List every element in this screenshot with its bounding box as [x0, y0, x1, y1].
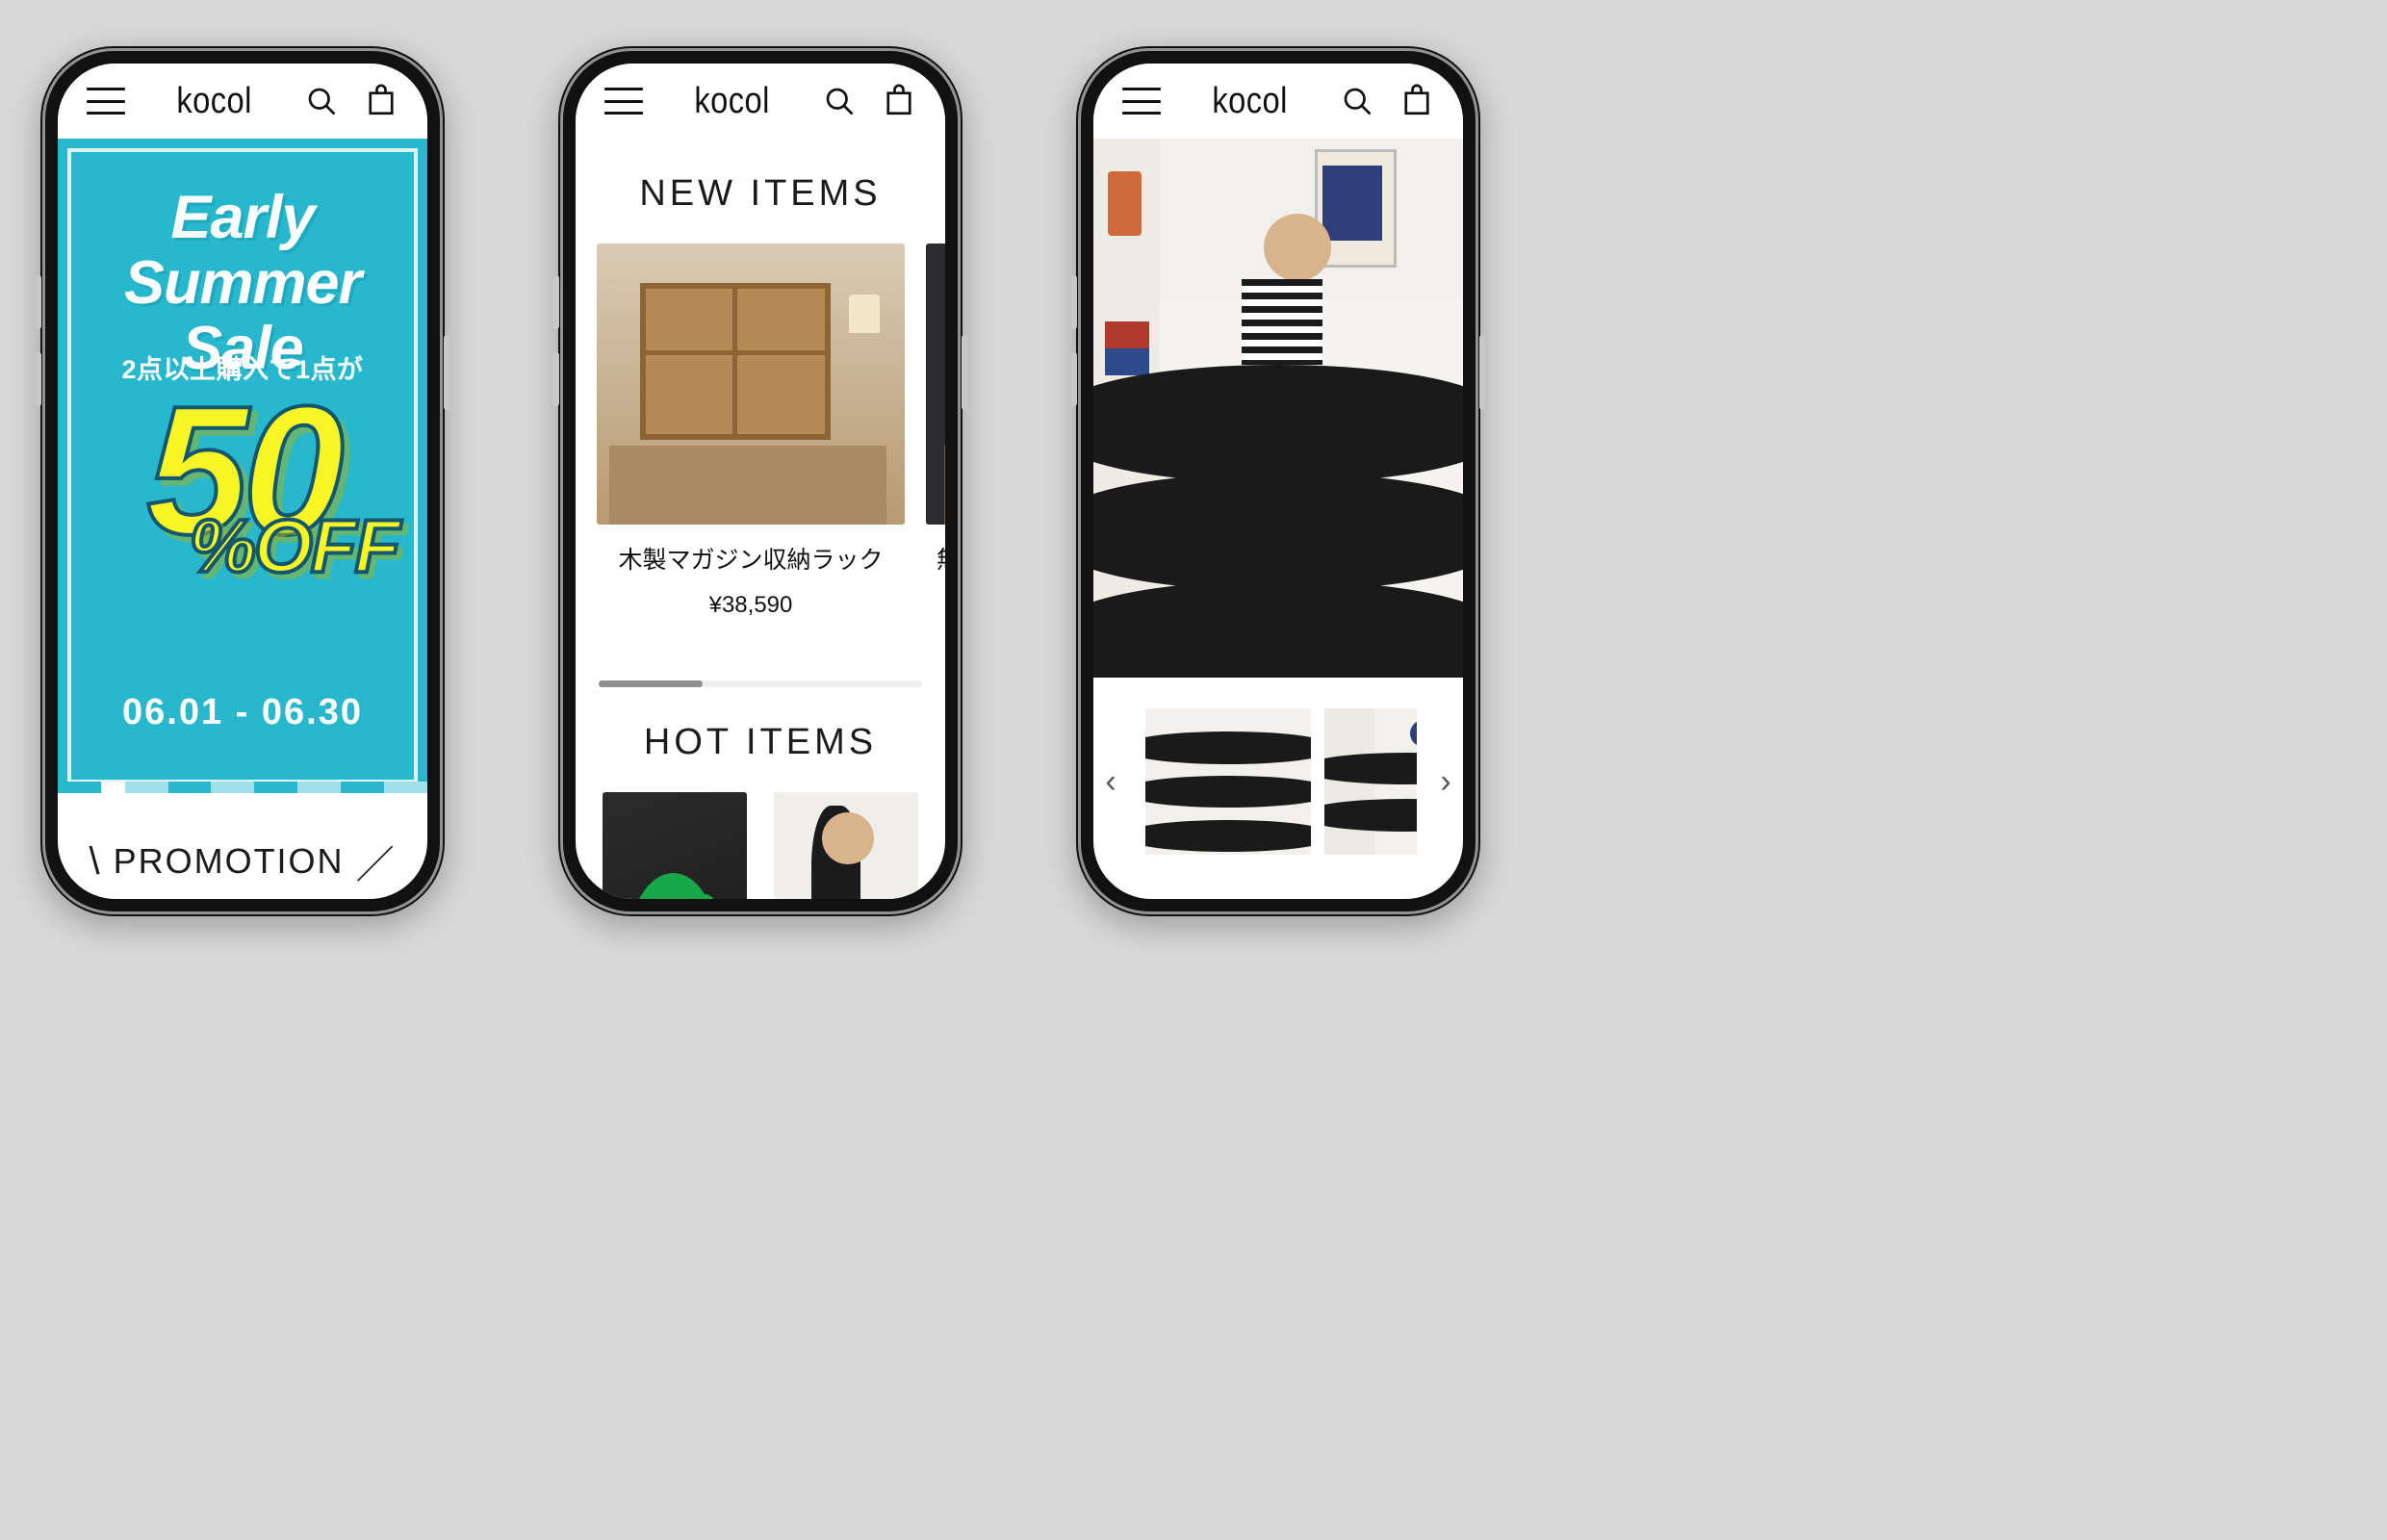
product-name[interactable]: 無垢材レコードディスプレイラック — [926, 544, 945, 612]
carousel-dot[interactable] — [254, 782, 298, 793]
phone-mockup-home: kocol Early Summer Sale 2点以上購入で1点が 50 %O… — [36, 46, 449, 916]
product-image — [926, 244, 945, 525]
phone-screen-listing: kocol NEW ITEMS 木製マガジン収納ラック ¥38,590 HOT … — [576, 64, 945, 899]
slash-left: \ — [89, 839, 102, 883]
banner-discount-suffix: %OFF — [188, 501, 402, 590]
product-price: ¥38,590 — [708, 591, 793, 618]
gallery-thumbnails[interactable]: ‹ › — [1093, 678, 1463, 872]
product-image — [603, 792, 747, 899]
product-card[interactable]: 木製マガジン収納ラック ¥38,590 — [597, 244, 905, 659]
volume-button — [36, 275, 41, 329]
promotion-section: \ PROMOTION ／ EarlySummer Sale 2点以上購入で1点… — [58, 793, 427, 899]
cart-icon[interactable] — [364, 84, 398, 118]
product-hero-image[interactable] — [1093, 139, 1463, 678]
volume-button — [1071, 275, 1077, 329]
carousel-dot[interactable] — [211, 782, 255, 793]
power-button — [962, 335, 967, 410]
promotion-heading: \ PROMOTION ／ — [89, 834, 397, 889]
volume-button-2 — [1071, 352, 1077, 406]
slash-right: ／ — [355, 844, 397, 886]
carousel-pagination[interactable] — [58, 782, 427, 793]
banner-dates: 06.01 - 06.30 — [122, 692, 363, 732]
volume-button-2 — [553, 352, 559, 406]
header-actions — [304, 84, 398, 118]
phone-mockup-product-detail: kocol ‹ › — [1071, 46, 1485, 916]
phone-screen-product-detail: kocol ‹ › — [1093, 64, 1463, 899]
search-icon[interactable] — [304, 84, 339, 118]
product-name[interactable]: 木製マガジン収納ラック — [597, 544, 905, 578]
carousel-scrollbar[interactable] — [599, 680, 922, 687]
header-actions — [822, 84, 916, 118]
carousel-dot[interactable] — [124, 782, 168, 793]
app-header: kocol — [576, 64, 945, 139]
product-card[interactable]: マットカラー セラミック クラウドマグカップ ¥2,520〜 — [603, 792, 747, 899]
banner-title-line1: Early — [170, 184, 315, 251]
power-button — [444, 335, 449, 410]
power-button — [1479, 335, 1485, 410]
promotion-heading-label: PROMOTION — [113, 841, 345, 881]
search-icon[interactable] — [1340, 84, 1374, 118]
brand-logo[interactable]: kocol — [695, 81, 770, 122]
cart-icon[interactable] — [1399, 84, 1434, 118]
brand-logo[interactable]: kocol — [177, 81, 252, 122]
page-title: ウェーブパターン寝具セット — [1093, 872, 1463, 899]
product-card[interactable]: マルチストライプ寝具セット ¥6,870〜 — [774, 792, 918, 899]
carousel-dot[interactable] — [297, 782, 342, 793]
hamburger-icon[interactable] — [1122, 88, 1161, 115]
carousel-dot[interactable] — [341, 782, 385, 793]
gallery-thumb[interactable] — [1324, 708, 1417, 855]
search-icon[interactable] — [822, 84, 857, 118]
gallery-thumb[interactable] — [1145, 708, 1311, 855]
phone-screen-home: kocol Early Summer Sale 2点以上購入で1点が 50 %O… — [58, 64, 427, 899]
new-items-heading: NEW ITEMS — [639, 173, 882, 214]
cart-icon[interactable] — [882, 84, 916, 118]
carousel-dot-active[interactable] — [100, 782, 125, 793]
thumbnail-track — [1140, 708, 1417, 855]
hero-banner-carousel[interactable]: Early Summer Sale 2点以上購入で1点が 50 %OFF 06.… — [58, 139, 427, 793]
product-card[interactable]: 無垢材レコードディスプレイラック ¥12,940〜 — [926, 244, 945, 659]
product-price: ¥12,940〜 — [926, 626, 945, 659]
chevron-left-icon[interactable]: ‹ — [1093, 765, 1128, 798]
carousel-dot[interactable] — [384, 782, 427, 793]
screenshot-stage: kocol Early Summer Sale 2点以上購入で1点が 50 %O… — [0, 0, 2387, 1540]
product-image — [774, 792, 918, 899]
phone-mockup-listing: kocol NEW ITEMS 木製マガジン収納ラック ¥38,590 HOT … — [553, 46, 967, 916]
volume-button-2 — [36, 352, 41, 406]
carousel-dot[interactable] — [167, 782, 212, 793]
hot-items-grid: マットカラー セラミック クラウドマグカップ ¥2,520〜 マルチストライプ寝… — [576, 792, 945, 899]
product-image — [597, 244, 905, 525]
new-items-carousel[interactable]: 木製マガジン収納ラック ¥38,590 無垢材レコードディスプレイラック — [576, 244, 945, 659]
hot-items-heading: HOT ITEMS — [643, 722, 878, 762]
carousel-dot[interactable] — [58, 782, 101, 793]
app-header: kocol — [58, 64, 427, 139]
volume-button — [553, 275, 559, 329]
hamburger-icon[interactable] — [604, 88, 643, 115]
brand-logo[interactable]: kocol — [1213, 81, 1288, 122]
header-actions — [1340, 84, 1434, 118]
hamburger-icon[interactable] — [87, 88, 125, 115]
chevron-right-icon[interactable]: › — [1428, 765, 1463, 798]
app-header: kocol — [1093, 64, 1463, 139]
